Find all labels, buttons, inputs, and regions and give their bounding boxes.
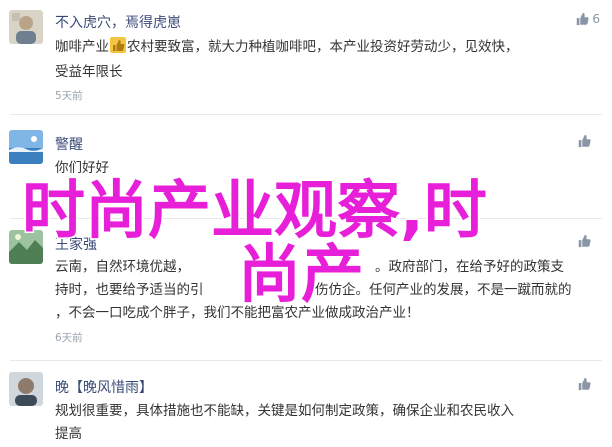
like-button[interactable]: 6	[575, 12, 600, 26]
like-button[interactable]	[577, 377, 594, 391]
comment-line: 。政府部门，在给予好的政策支	[375, 259, 564, 275]
comment-line: 提高	[55, 426, 82, 442]
thumbs-up-icon	[578, 234, 591, 248]
thumbs-up-icon	[578, 134, 591, 148]
comment-line: 你们好好	[55, 160, 109, 176]
avatar[interactable]	[9, 10, 43, 44]
comment-body: 云南，自然环境优越， 。政府部门，在给予好的政策支 持时，也要给予适当的引 伤仿…	[55, 256, 603, 325]
comment-line: 农村要致富，就大力种植咖啡吧，本产业投资好劳动少，见效快，	[127, 39, 519, 55]
divider	[10, 218, 602, 219]
comment-author[interactable]: 警醒	[55, 134, 83, 154]
comment-body: 你们好好	[55, 157, 603, 180]
thumbs-up-icon	[110, 37, 126, 61]
divider	[10, 114, 602, 115]
thumbs-up-icon	[578, 377, 591, 391]
thumbs-up-icon	[577, 12, 589, 26]
comment-body: 咖啡产业 农村要致富，就大力种植咖啡吧，本产业投资好劳动少，见效快， 受益年限长	[55, 36, 603, 84]
divider	[10, 360, 602, 361]
like-button[interactable]	[577, 234, 594, 248]
comment-author[interactable]: 不入虎穴，焉得虎崽	[55, 12, 181, 32]
comment-line: 持时，也要给予适当的引	[55, 282, 204, 298]
comment-line: 云南，自然环境优越，	[55, 259, 190, 275]
comment-time: 6天前	[55, 332, 83, 344]
comment-line: 伤仿企。任何产业的发展，不是一蹴而就的	[315, 282, 572, 298]
comment-line: 咖啡产业	[55, 39, 109, 55]
comment-author[interactable]: 晚【晚风惜雨】	[55, 377, 153, 397]
comment-body: 规划很重要，具体措施也不能缺，关键是如何制定政策，确保企业和农民收入 提高	[55, 400, 603, 446]
avatar[interactable]	[9, 372, 43, 406]
avatar[interactable]	[9, 130, 43, 164]
avatar[interactable]	[9, 230, 43, 264]
like-button[interactable]	[577, 134, 594, 148]
comment-author[interactable]: 王家强	[55, 234, 97, 254]
comment-line: 规划很重要，具体措施也不能缺，关键是如何制定政策，确保企业和农民收入	[55, 403, 514, 419]
like-count: 6	[592, 12, 600, 26]
comment-time: 5天前	[55, 90, 83, 102]
comment-line: 受益年限长	[55, 64, 123, 80]
comment-line: ，不会一口吃成个胖子，我们不能把富农产业做成政治产业！	[55, 305, 420, 321]
